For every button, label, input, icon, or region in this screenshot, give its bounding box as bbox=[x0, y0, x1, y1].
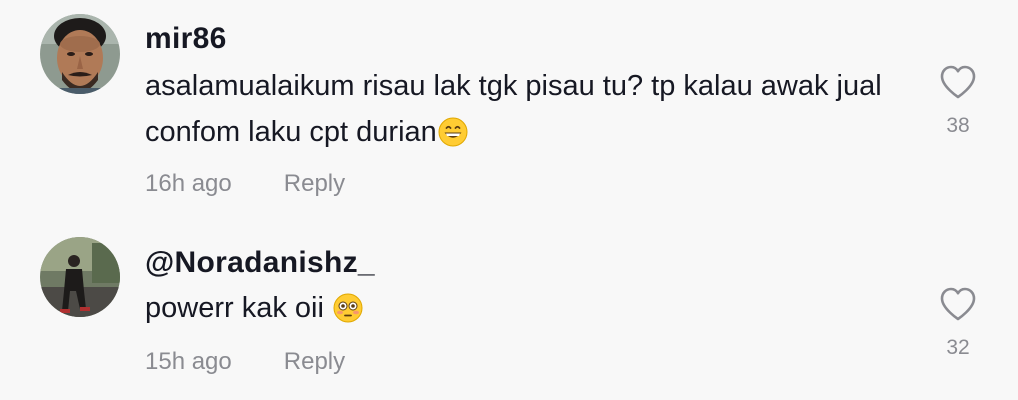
like-count: 38 bbox=[946, 114, 970, 137]
grinning-face-emoji-icon bbox=[438, 117, 468, 147]
comment-meta: 15h ago Reply bbox=[145, 348, 345, 376]
like-count: 32 bbox=[946, 336, 970, 359]
reply-button[interactable]: Reply bbox=[284, 170, 345, 197]
avatar[interactable] bbox=[40, 237, 120, 317]
comment-item: @Noradanishz_ powerr kak oii 15h ago Repl… bbox=[0, 222, 1018, 400]
comment-list: mir86 asalamualaikum risau lak tgk pisau… bbox=[0, 0, 1018, 400]
comment-text-content: asalamualaikum risau lak tgk pisau tu? t… bbox=[145, 70, 882, 148]
comment-item: mir86 asalamualaikum risau lak tgk pisau… bbox=[0, 0, 1018, 222]
comment-timestamp: 16h ago bbox=[145, 170, 232, 197]
person-outdoor-avatar-icon bbox=[40, 237, 120, 317]
like-control: 32 bbox=[930, 286, 986, 360]
man-portrait-avatar-icon bbox=[40, 14, 120, 94]
comment-text: asalamualaikum risau lak tgk pisau tu? t… bbox=[145, 63, 905, 155]
comment-timestamp: 15h ago bbox=[145, 348, 232, 375]
flushed-face-emoji-icon bbox=[333, 293, 363, 323]
comment-meta: 16h ago Reply bbox=[145, 170, 345, 198]
comment-username[interactable]: mir86 bbox=[145, 22, 227, 56]
like-control: 38 bbox=[930, 64, 986, 138]
heart-icon[interactable] bbox=[939, 64, 977, 100]
heart-icon[interactable] bbox=[939, 286, 977, 322]
reply-button[interactable]: Reply bbox=[284, 348, 345, 375]
comment-text: powerr kak oii bbox=[145, 285, 905, 331]
comment-username[interactable]: @Noradanishz_ bbox=[145, 246, 375, 280]
comment-text-content: powerr kak oii bbox=[145, 292, 332, 324]
avatar[interactable] bbox=[40, 14, 120, 94]
